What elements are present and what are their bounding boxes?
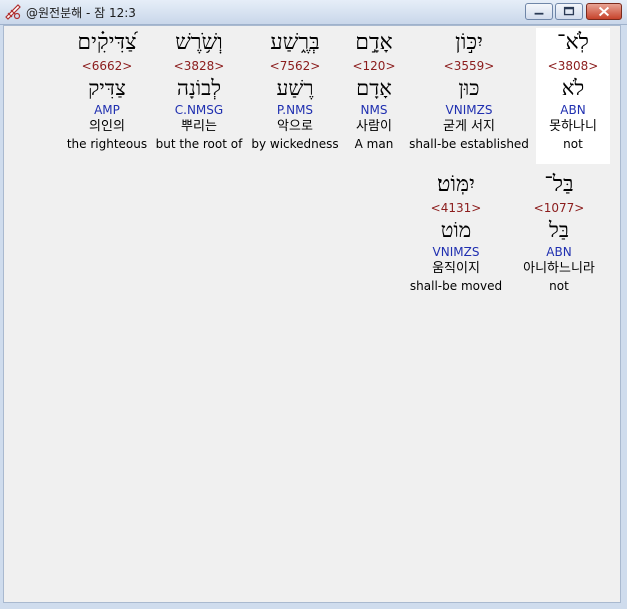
strong-number[interactable]: <3828> — [150, 58, 248, 74]
english-gloss: by wickedness — [251, 137, 339, 151]
korean-gloss: 뿌리는 — [181, 119, 217, 134]
english-gloss: but the root of — [155, 137, 243, 151]
korean-gloss: 사람이 — [356, 119, 392, 134]
strong-number[interactable]: <3559> — [404, 58, 534, 74]
hebrew-word: וְשֹׁ֥רֶשׁ — [175, 30, 223, 55]
morphology-code: ABN — [546, 245, 572, 259]
word-cell[interactable]: אָדָ֣ם <120> אָדָם NMS 사람이 A man — [342, 28, 406, 164]
morphology-code: P.NMS — [276, 103, 314, 117]
morphology-code: AMP — [94, 103, 120, 117]
maximize-button[interactable] — [555, 3, 583, 20]
korean-gloss: 못하나니 — [549, 119, 597, 134]
maximize-icon — [563, 6, 575, 16]
morphology-code: VNIMZS — [432, 245, 480, 259]
hebrew-word: אָדָ֣ם — [355, 30, 393, 55]
english-gloss: shall-be established — [409, 137, 529, 151]
korean-gloss: 아니하느니라 — [523, 261, 595, 276]
english-gloss: A man — [354, 137, 394, 151]
word-cell[interactable]: לֹֽא־ <3808> לֹא ABN 못하나니 not — [536, 28, 610, 164]
analysis-panel[interactable]: לֹֽא־ <3808> לֹא ABN 못하나니 not יִכּ֣וֹן <… — [3, 25, 621, 603]
window-border — [0, 603, 627, 609]
word-cell[interactable]: וְשֹׁ֥רֶשׁ <3828> לְבוֹנָה C.NMSG 뿌리는 bu… — [150, 28, 248, 164]
hebrew-word: בַּל־ — [544, 172, 574, 197]
hebrew-word: יִכּ֣וֹן — [455, 30, 483, 55]
word-cell[interactable]: יִמּֽוֹט׃ <4131> מוֹט VNIMZS 움직이지 shall-… — [404, 170, 508, 306]
english-gloss: the righteous — [66, 137, 148, 151]
window-title: @원전분해 - 잠 12:3 — [26, 6, 136, 20]
hebrew-word: בְּרֶ֑שַׁע — [270, 30, 320, 55]
strong-number[interactable]: <3808> — [536, 58, 610, 74]
english-gloss: not — [563, 137, 583, 151]
korean-gloss: 움직이지 — [432, 261, 480, 276]
word-cell[interactable]: צַ֝דִּיקִ֗ים <6662> צַדִּיק AMP 의인의 the … — [64, 28, 150, 164]
korean-gloss: 굳게 서지 — [443, 119, 495, 134]
hebrew-word: צַ֝דִּיקִ֗ים — [77, 30, 137, 55]
strong-number[interactable]: <7562> — [248, 58, 342, 74]
morphology-code: C.NMSG — [174, 103, 224, 117]
strong-number[interactable]: <120> — [342, 58, 406, 74]
lemma-word: צַדִּיק — [88, 76, 126, 100]
lemma-word: לֹא — [561, 76, 585, 100]
word-cell[interactable]: יִכּ֣וֹן <3559> כּוּן VNIMZS 굳게 서지 shall… — [404, 28, 534, 164]
title-bar[interactable]: @원전분해 - 잠 12:3 — [0, 0, 627, 25]
english-gloss: not — [549, 279, 569, 293]
lemma-word: בַּל — [549, 218, 569, 242]
hebrew-word: יִמּֽוֹט׃ — [437, 172, 475, 197]
close-icon — [598, 6, 610, 17]
lemma-word: כּוּן — [458, 76, 480, 100]
word-cell[interactable]: בַּל־ <1077> בַּל ABN 아니하느니라 not — [508, 170, 610, 306]
lemma-word: רֶשַׁע — [276, 76, 314, 100]
lemma-word: אָדָם — [356, 76, 392, 100]
english-gloss: shall-be moved — [409, 279, 503, 293]
minimize-button[interactable] — [525, 3, 553, 20]
lemma-word: מוֹט — [440, 218, 472, 242]
app-icon[interactable] — [4, 3, 22, 21]
korean-gloss: 의인의 — [89, 119, 125, 134]
close-button[interactable] — [586, 3, 622, 20]
hebrew-word: לֹֽא־ — [557, 30, 589, 55]
morphology-code: VNIMZS — [445, 103, 493, 117]
morphology-code: NMS — [360, 103, 388, 117]
word-cell[interactable]: בְּרֶ֑שַׁע <7562> רֶשַׁע P.NMS 악으로 by wi… — [248, 28, 342, 164]
korean-gloss: 악으로 — [277, 119, 313, 134]
strong-number[interactable]: <6662> — [64, 58, 150, 74]
strong-number[interactable]: <4131> — [404, 200, 508, 216]
strong-number[interactable]: <1077> — [508, 200, 610, 216]
morphology-code: ABN — [560, 103, 586, 117]
app-window: @원전분해 - 잠 12:3 לֹֽא־ <3808> לֹא ABN 못하나니 — [0, 0, 627, 609]
minimize-icon — [534, 12, 544, 15]
lemma-word: לְבוֹנָה — [176, 76, 222, 100]
